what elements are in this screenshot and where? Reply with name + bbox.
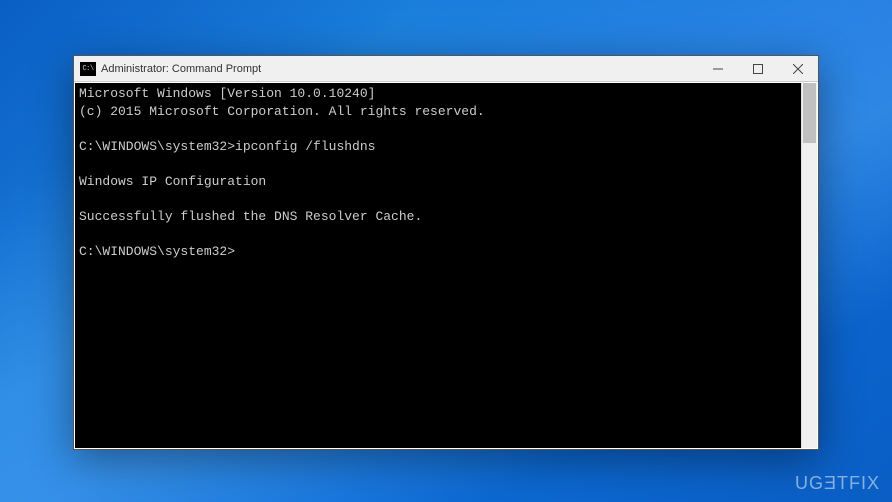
console-output[interactable]: Microsoft Windows [Version 10.0.10240] (…	[75, 83, 801, 448]
window-controls	[698, 56, 818, 81]
window-title: Administrator: Command Prompt	[101, 63, 698, 75]
minimize-button[interactable]	[698, 56, 738, 81]
vertical-scrollbar[interactable]	[801, 83, 817, 448]
cmd-icon: C:\	[80, 62, 96, 76]
minimize-icon	[713, 64, 723, 74]
watermark-text: UGƎTFIX	[795, 473, 880, 494]
command-prompt-window: C:\ Administrator: Command Prompt Micros…	[73, 55, 819, 450]
scrollbar-thumb[interactable]	[803, 83, 816, 143]
titlebar[interactable]: C:\ Administrator: Command Prompt	[74, 56, 818, 82]
maximize-icon	[753, 64, 763, 74]
maximize-button[interactable]	[738, 56, 778, 81]
close-icon	[793, 64, 803, 74]
close-button[interactable]	[778, 56, 818, 81]
console-client-area: Microsoft Windows [Version 10.0.10240] (…	[74, 82, 818, 449]
